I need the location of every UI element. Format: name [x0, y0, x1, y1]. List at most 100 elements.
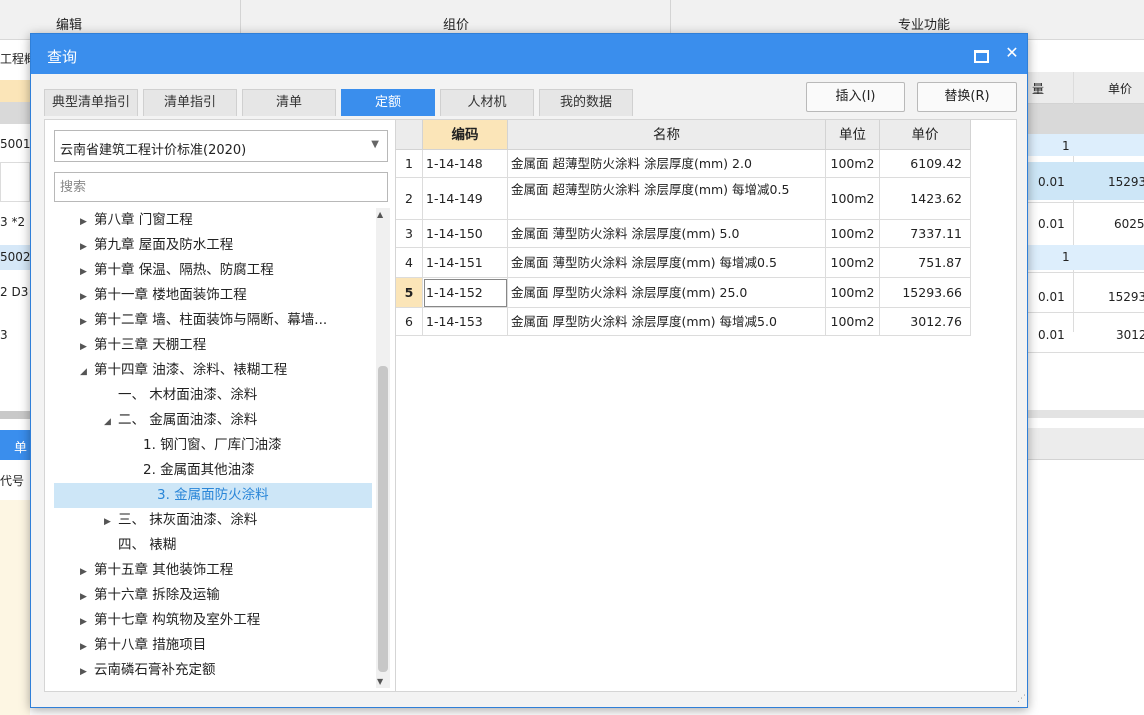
- column-header-name[interactable]: 名称: [508, 120, 826, 150]
- tree-node[interactable]: ▶ 第十一章 楼地面装饰工程: [80, 283, 247, 308]
- bg-row-price[interactable]: 15293: [1108, 175, 1144, 189]
- row-unit[interactable]: 100m2: [826, 278, 880, 308]
- tree-node[interactable]: 2. 金属面其他油漆: [129, 458, 255, 483]
- tab-my-data[interactable]: 我的数据: [539, 89, 633, 116]
- row-unit[interactable]: 100m2: [826, 308, 880, 336]
- insert-button[interactable]: 插入(I): [806, 82, 905, 112]
- scroll-up-icon[interactable]: ▲: [377, 210, 383, 219]
- bg-panel-tab[interactable]: 单: [0, 430, 30, 460]
- close-icon[interactable]: ✕: [1003, 44, 1021, 62]
- tree-node[interactable]: ▶ 第九章 屋面及防水工程: [80, 233, 233, 258]
- row-name[interactable]: 金属面 超薄型防火涂料 涂层厚度(mm) 每增减0.5: [508, 178, 826, 220]
- tree-node[interactable]: ◢ 第十四章 油漆、涂料、裱糊工程: [80, 358, 287, 383]
- bg-row-price[interactable]: 6025: [1114, 217, 1144, 231]
- table-row[interactable]: 2 1-14-149 金属面 超薄型防火涂料 涂层厚度(mm) 每增减0.5 100m…: [396, 178, 971, 220]
- tree-node[interactable]: ▶ 三、 抹灰面油漆、涂料: [104, 508, 257, 533]
- tab-list-guide[interactable]: 清单指引: [143, 89, 237, 116]
- tab-labor-material-machine[interactable]: 人材机: [440, 89, 534, 116]
- tab-quota[interactable]: 定额: [341, 89, 435, 116]
- row-price[interactable]: 3012.76: [880, 308, 971, 336]
- bg-row-qty[interactable]: 1: [1062, 139, 1070, 153]
- row-code[interactable]: 1-14-148: [423, 150, 508, 178]
- row-code[interactable]: 1-14-152: [423, 278, 508, 308]
- bg-row-price[interactable]: 15293: [1108, 290, 1144, 304]
- row-unit[interactable]: 100m2: [826, 248, 880, 278]
- tree-node[interactable]: 一、 木材面油漆、涂料: [104, 383, 257, 408]
- expand-down-icon[interactable]: ◢: [80, 360, 94, 385]
- resize-grip-icon[interactable]: ⋰: [1017, 694, 1027, 704]
- bg-tab-label[interactable]: 工程概: [0, 50, 30, 67]
- dialog-titlebar[interactable]: 查询 ✕: [31, 34, 1027, 74]
- bg-scrollbar[interactable]: [1028, 410, 1144, 418]
- tree-node-selected[interactable]: 3. 金属面防火涂料: [54, 483, 372, 508]
- expand-right-icon[interactable]: ▶: [80, 285, 94, 310]
- row-number[interactable]: 1: [396, 150, 423, 178]
- bg-row-code[interactable]: 5002: [0, 250, 30, 264]
- bg-row-qty[interactable]: 1: [1062, 250, 1070, 264]
- expand-right-icon[interactable]: ▶: [80, 560, 94, 585]
- row-code[interactable]: 1-14-151: [423, 248, 508, 278]
- tree-scrollbar[interactable]: ▲ ▼: [376, 208, 390, 688]
- tree-node[interactable]: ▶ 第十三章 天棚工程: [80, 333, 206, 358]
- row-price[interactable]: 1423.62: [880, 178, 971, 220]
- row-number[interactable]: 3: [396, 220, 423, 248]
- expand-right-icon[interactable]: ▶: [80, 660, 94, 685]
- tree-node[interactable]: ▶ 第十七章 构筑物及室外工程: [80, 608, 260, 633]
- tree-node[interactable]: ▶ 第十六章 拆除及运输: [80, 583, 220, 608]
- replace-button[interactable]: 替换(R): [917, 82, 1017, 112]
- row-number[interactable]: 2: [396, 178, 423, 220]
- row-number[interactable]: 4: [396, 248, 423, 278]
- bg-row-qty[interactable]: 0.01: [1038, 290, 1065, 304]
- expand-right-icon[interactable]: ▶: [80, 585, 94, 610]
- row-name[interactable]: 金属面 超薄型防火涂料 涂层厚度(mm) 2.0: [508, 150, 826, 178]
- bg-row-code[interactable]: 3: [0, 328, 30, 342]
- tree-node[interactable]: ▶ 第十二章 墙、柱面装饰与隔断、幕墙...: [80, 308, 327, 333]
- bg-row-price[interactable]: 3012: [1116, 328, 1144, 342]
- expand-right-icon[interactable]: ▶: [80, 260, 94, 285]
- expand-down-icon[interactable]: ◢: [104, 410, 118, 435]
- table-row[interactable]: 6 1-14-153 金属面 厚型防火涂料 涂层厚度(mm) 每增减5.0 100m2…: [396, 308, 971, 336]
- bg-row-code[interactable]: 5001: [0, 137, 30, 151]
- standard-select[interactable]: 云南省建筑工程计价标准(2020) ▼: [54, 130, 388, 162]
- tree-node[interactable]: 1. 钢门窗、厂库门油漆: [129, 433, 282, 458]
- expand-right-icon[interactable]: ▶: [104, 510, 118, 535]
- table-row[interactable]: 5 1-14-152 金属面 厚型防火涂料 涂层厚度(mm) 25.0 100m2 15…: [396, 278, 971, 308]
- row-code[interactable]: 1-14-150: [423, 220, 508, 248]
- tree-node[interactable]: ▶ 第十章 保温、隔热、防腐工程: [80, 258, 274, 283]
- row-unit[interactable]: 100m2: [826, 150, 880, 178]
- row-price[interactable]: 751.87: [880, 248, 971, 278]
- maximize-icon[interactable]: [971, 46, 989, 63]
- row-name[interactable]: 金属面 薄型防火涂料 涂层厚度(mm) 5.0: [508, 220, 826, 248]
- bg-row-qty[interactable]: 0.01: [1038, 175, 1065, 189]
- table-row[interactable]: 4 1-14-151 金属面 薄型防火涂料 涂层厚度(mm) 每增减0.5 100m2…: [396, 248, 971, 278]
- tab-typical-list-guide[interactable]: 典型清单指引: [44, 89, 138, 116]
- scrollbar-thumb[interactable]: [378, 366, 388, 672]
- bg-scrollbar[interactable]: [0, 411, 30, 419]
- expand-right-icon[interactable]: ▶: [80, 310, 94, 335]
- expand-right-icon[interactable]: ▶: [80, 335, 94, 360]
- bg-row-qty[interactable]: 0.01: [1038, 217, 1065, 231]
- row-code[interactable]: 1-14-149: [423, 178, 508, 220]
- column-header-unit[interactable]: 单位: [826, 120, 880, 150]
- table-row[interactable]: 3 1-14-150 金属面 薄型防火涂料 涂层厚度(mm) 5.0 100m2 733…: [396, 220, 971, 248]
- chevron-down-icon[interactable]: ▼: [371, 139, 379, 150]
- tab-list[interactable]: 清单: [242, 89, 336, 116]
- scroll-down-icon[interactable]: ▼: [377, 677, 383, 686]
- row-number[interactable]: 5: [396, 278, 423, 308]
- expand-right-icon[interactable]: ▶: [80, 610, 94, 635]
- table-row[interactable]: 1 1-14-148 金属面 超薄型防火涂料 涂层厚度(mm) 2.0 100m2 61…: [396, 150, 971, 178]
- search-input[interactable]: [54, 172, 388, 202]
- row-price[interactable]: 7337.11: [880, 220, 971, 248]
- row-name[interactable]: 金属面 厚型防火涂料 涂层厚度(mm) 25.0: [508, 278, 826, 308]
- tree-node[interactable]: 四、 裱糊: [104, 533, 176, 558]
- row-name[interactable]: 金属面 薄型防火涂料 涂层厚度(mm) 每增减0.5: [508, 248, 826, 278]
- bg-row-code[interactable]: 2 D3: [0, 285, 30, 299]
- row-name[interactable]: 金属面 厚型防火涂料 涂层厚度(mm) 每增减5.0: [508, 308, 826, 336]
- row-unit[interactable]: 100m2: [826, 220, 880, 248]
- expand-right-icon[interactable]: ▶: [80, 210, 94, 235]
- column-header-price[interactable]: 单价: [880, 120, 971, 150]
- expand-right-icon[interactable]: ▶: [80, 635, 94, 660]
- row-code[interactable]: 1-14-153: [423, 308, 508, 336]
- expand-right-icon[interactable]: ▶: [80, 235, 94, 260]
- row-price[interactable]: 6109.42: [880, 150, 971, 178]
